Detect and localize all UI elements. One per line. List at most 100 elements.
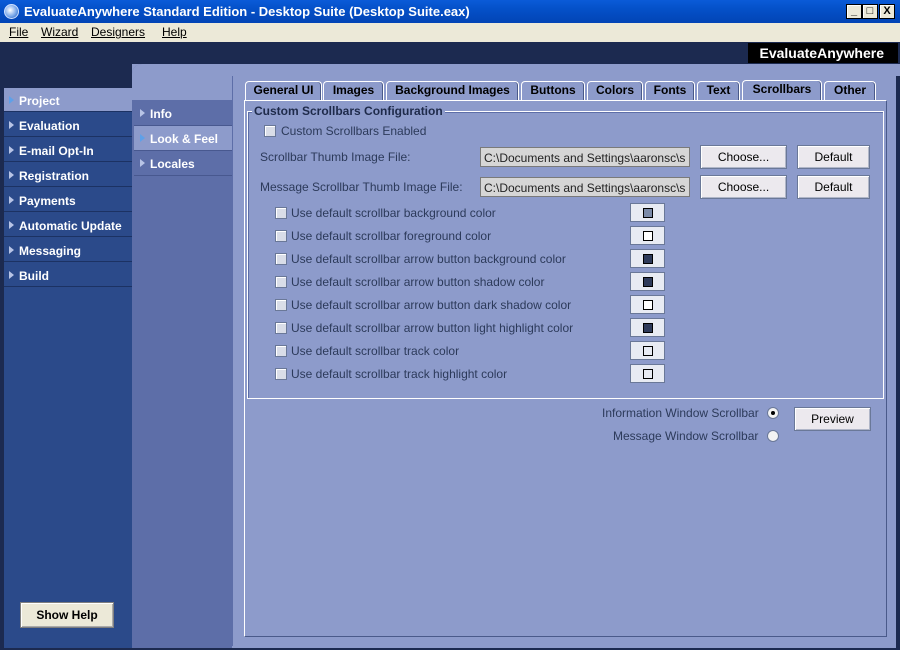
nav-label: Payments [19,194,76,208]
custom-scrollbars-enabled-checkbox[interactable] [264,125,276,137]
app-icon [4,4,19,19]
nav-item-automatic-update[interactable]: Automatic Update [4,213,132,237]
tab-images[interactable]: Images [323,81,384,100]
option-checkbox[interactable] [275,276,287,288]
nav-label: Automatic Update [19,219,122,233]
option-label: Use default scrollbar arrow button dark … [291,298,572,312]
show-help-button[interactable]: Show Help [20,602,114,628]
triangle-icon [9,246,14,254]
tab-general-ui[interactable]: General UI [245,81,322,100]
color-swatch-button[interactable] [630,295,665,314]
message-thumb-image-label: Message Scrollbar Thumb Image File: [260,180,463,194]
color-swatch [643,231,653,241]
color-swatch [643,323,653,333]
brand-logo: EvaluateAnywhere [748,43,898,63]
nav-item-build[interactable]: Build [4,263,132,287]
message-thumb-default-button[interactable]: Default [797,175,870,199]
triangle-icon [9,221,14,229]
color-swatch-button[interactable] [630,364,665,383]
nav-label: Messaging [19,244,82,258]
menu-designers[interactable]: Designers [91,25,145,39]
tab-scrollbars[interactable]: Scrollbars [742,80,822,101]
title-bar: EvaluateAnywhere Standard Edition - Desk… [0,0,900,23]
menu-file[interactable]: File [9,25,28,39]
subnav-item-locales[interactable]: Locales [134,151,232,176]
close-button[interactable]: X [879,4,895,19]
nav-item-messaging[interactable]: Messaging [4,238,132,262]
triangle-icon [140,159,145,167]
nav-item-project[interactable]: Project [4,88,132,112]
triangle-icon [9,96,14,104]
tab-text[interactable]: Text [697,81,740,100]
color-swatch-button[interactable] [630,226,665,245]
window-title: EvaluateAnywhere Standard Edition - Desk… [24,4,470,19]
color-swatch-button[interactable] [630,272,665,291]
triangle-icon [9,271,14,279]
triangle-icon [9,171,14,179]
triangle-icon [9,146,14,154]
option-checkbox[interactable] [275,322,287,334]
info-window-scrollbar-label: Information Window Scrollbar [602,406,759,420]
triangle-icon [9,196,14,204]
thumb-default-button[interactable]: Default [797,145,870,169]
color-swatch-button[interactable] [630,341,665,360]
nav-item-email-opt-in[interactable]: E-mail Opt-In [4,138,132,162]
triangle-icon [140,134,145,142]
message-window-scrollbar-label: Message Window Scrollbar [613,429,759,443]
option-label: Use default scrollbar track highlight co… [291,367,508,381]
color-swatch [643,346,653,356]
option-checkbox[interactable] [275,230,287,242]
nav-label: Registration [19,169,90,183]
option-label: Use default scrollbar foreground color [291,229,492,243]
option-checkbox[interactable] [275,299,287,311]
nav-label: Evaluation [19,119,80,133]
color-swatch [643,277,653,287]
nav-label: Build [19,269,49,283]
color-swatch-button[interactable] [630,203,665,222]
message-thumb-choose-button[interactable]: Choose... [700,175,787,199]
option-checkbox[interactable] [275,207,287,219]
option-label: Use default scrollbar arrow button backg… [291,252,566,266]
color-swatch-button[interactable] [630,249,665,268]
maximize-button[interactable]: □ [862,4,878,19]
info-window-scrollbar-radio[interactable] [767,407,779,419]
tab-colors[interactable]: Colors [587,81,643,100]
option-checkbox[interactable] [275,368,287,380]
menu-wizard[interactable]: Wizard [41,25,78,39]
left-nav: Project Evaluation E-mail Opt-In Registr… [4,88,132,648]
tab-other[interactable]: Other [824,81,876,100]
nav-item-registration[interactable]: Registration [4,163,132,187]
tab-background-images[interactable]: Background Images [386,81,519,100]
color-swatch [643,369,653,379]
color-swatch [643,300,653,310]
message-thumb-image-field[interactable]: C:\Documents and Settings\aaronsc\s [480,177,690,197]
nav-item-payments[interactable]: Payments [4,188,132,212]
minimize-button[interactable]: _ [846,4,862,19]
group-title: Custom Scrollbars Configuration [252,104,445,118]
content-top-band [132,64,900,76]
subnav-item-info[interactable]: Info [134,101,232,126]
message-window-scrollbar-radio[interactable] [767,430,779,442]
nav-label: E-mail Opt-In [19,144,94,158]
thumb-choose-button[interactable]: Choose... [700,145,787,169]
color-swatch [643,254,653,264]
subnav-label: Info [150,107,172,121]
tab-buttons[interactable]: Buttons [521,81,585,100]
left-nav-header [4,64,132,88]
option-label: Use default scrollbar arrow button light… [291,321,574,335]
custom-scrollbars-enabled-label: Custom Scrollbars Enabled [281,124,427,138]
triangle-icon [9,121,14,129]
option-label: Use default scrollbar arrow button shado… [291,275,545,289]
option-checkbox[interactable] [275,345,287,357]
subnav-label: Locales [150,157,195,171]
subnav-item-look-and-feel[interactable]: Look & Feel [134,126,232,151]
tab-fonts[interactable]: Fonts [645,81,695,100]
menu-help[interactable]: Help [162,25,187,39]
color-swatch-button[interactable] [630,318,665,337]
frame-right [896,64,900,650]
preview-button[interactable]: Preview [794,407,871,431]
option-checkbox[interactable] [275,253,287,265]
nav-item-evaluation[interactable]: Evaluation [4,113,132,137]
option-label: Use default scrollbar track color [291,344,460,358]
thumb-image-field[interactable]: C:\Documents and Settings\aaronsc\s [480,147,690,167]
